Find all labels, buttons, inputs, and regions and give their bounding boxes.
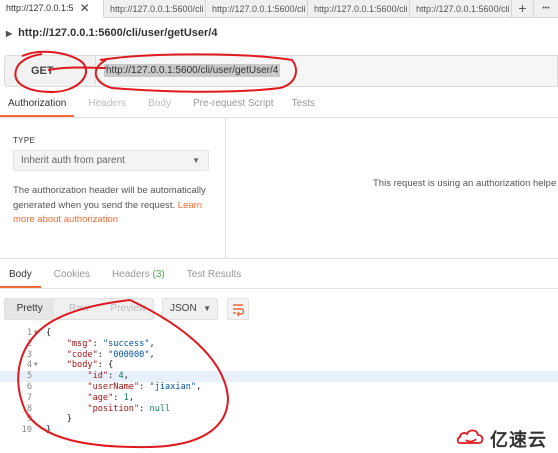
fold-arrow-icon[interactable]: ▼ xyxy=(34,360,38,371)
view-mode-group: Pretty Raw Preview xyxy=(4,298,154,320)
request-tab[interactable]: http://127.0.0.1:5 ✕ xyxy=(0,0,104,18)
headers-count: (3) xyxy=(152,269,165,280)
tab-label: http://127.0.0.1:5 xyxy=(6,3,74,13)
tab-response-headers[interactable]: Headers (3) xyxy=(103,266,174,288)
divider xyxy=(0,288,558,289)
watermark-logo: 亿速云 xyxy=(456,426,547,452)
raw-button[interactable]: Raw xyxy=(54,299,103,319)
type-label: TYPE xyxy=(13,136,36,145)
format-value: JSON xyxy=(170,303,197,314)
tab-response-body[interactable]: Body xyxy=(0,266,41,288)
tab-cookies[interactable]: Cookies xyxy=(45,266,99,288)
code-line: 4 ▼ "body": { xyxy=(0,360,558,371)
tab-authorization[interactable]: Authorization xyxy=(0,95,75,117)
request-tab[interactable]: http://127.0.0.1:5600/cli xyxy=(308,0,410,18)
wrap-lines-button[interactable] xyxy=(227,298,249,320)
request-tabs: Authorization Headers Body Pre-request S… xyxy=(0,95,558,117)
code-line: 1 ▼ { xyxy=(0,328,558,339)
url-input[interactable]: http://127.0.0.1:5600/cli/user/getUser/4 xyxy=(96,55,558,87)
line-number: 7 xyxy=(26,392,32,403)
code-line: 8 "position": null xyxy=(0,404,558,415)
preview-button[interactable]: Preview xyxy=(104,299,153,319)
auth-helper-message: This request is using an authorization h… xyxy=(373,178,557,189)
line-number: 9 xyxy=(26,414,32,425)
code-line: 6 "userName": "jiaxian", xyxy=(0,382,558,393)
tab-test-results[interactable]: Test Results xyxy=(178,266,250,288)
tab-label: http://127.0.0.1:5600/cli xyxy=(212,3,306,14)
url-text: http://127.0.0.1:5600/cli/user/getUser/4 xyxy=(104,64,281,77)
divider xyxy=(0,258,558,259)
line-number: 10 xyxy=(21,425,32,436)
line-number: 2 xyxy=(26,338,32,349)
code-line: 7 "age": 1, xyxy=(0,393,558,404)
more-tabs-button[interactable]: ••• xyxy=(534,0,558,17)
tab-headers[interactable]: Headers xyxy=(74,95,134,117)
line-number: 8 xyxy=(26,403,32,414)
tab-bar: http://127.0.0.1:5 ✕ http://127.0.0.1:56… xyxy=(0,0,558,18)
tab-pre-request-script[interactable]: Pre-request Script xyxy=(179,95,282,117)
pretty-button[interactable]: Pretty xyxy=(5,299,55,319)
line-number: 6 xyxy=(26,381,32,392)
tab-label: http://127.0.0.1:5600/cli xyxy=(314,3,408,14)
response-tabs: Body Cookies Headers (3) Test Results xyxy=(0,266,558,288)
watermark-text: 亿速云 xyxy=(490,430,547,451)
chevron-down-icon: ▼ xyxy=(203,304,211,313)
format-select[interactable]: JSON ▼ xyxy=(162,298,218,320)
close-icon[interactable]: ✕ xyxy=(80,0,90,17)
method-select[interactable]: GET xyxy=(4,55,96,87)
new-tab-button[interactable]: + xyxy=(512,0,534,17)
headers-label: Headers xyxy=(111,269,150,280)
cloud-logo-icon xyxy=(456,429,484,444)
request-tab[interactable]: http://127.0.0.1:5600/cli xyxy=(206,0,308,18)
wrap-icon xyxy=(233,304,245,317)
auth-description: The authorization header will be automat… xyxy=(13,184,218,228)
request-title-text: http://127.0.0.1:5600/cli/user/getUser/4 xyxy=(18,27,218,39)
tab-label: http://127.0.0.1:5600/cli xyxy=(110,3,204,14)
request-tab[interactable]: http://127.0.0.1:5600/cli xyxy=(410,0,512,18)
tab-label: http://127.0.0.1:5600/cli xyxy=(416,3,510,14)
expand-triangle-icon[interactable]: ▶ xyxy=(6,29,12,38)
fold-arrow-icon[interactable]: ▼ xyxy=(34,328,38,339)
auth-type-value: Inherit auth from parent xyxy=(21,155,125,166)
code-line: 3 "code": "000000", xyxy=(0,350,558,361)
line-number: 3 xyxy=(26,349,32,360)
tab-body[interactable]: Body xyxy=(134,95,179,117)
code-line: 9 } xyxy=(0,414,558,425)
chevron-down-icon: ▼ xyxy=(192,156,200,165)
request-tab[interactable]: http://127.0.0.1:5600/cli xyxy=(104,0,206,18)
tab-tests[interactable]: Tests xyxy=(282,95,323,117)
code-line-highlighted: 5 "id": 4, xyxy=(0,371,558,382)
auth-type-select[interactable]: Inherit auth from parent ▼ xyxy=(13,150,209,171)
code-line: 2 "msg": "success", xyxy=(0,339,558,350)
request-title[interactable]: ▶ http://127.0.0.1:5600/cli/user/getUser… xyxy=(6,27,217,39)
line-number: 5 xyxy=(26,371,32,382)
